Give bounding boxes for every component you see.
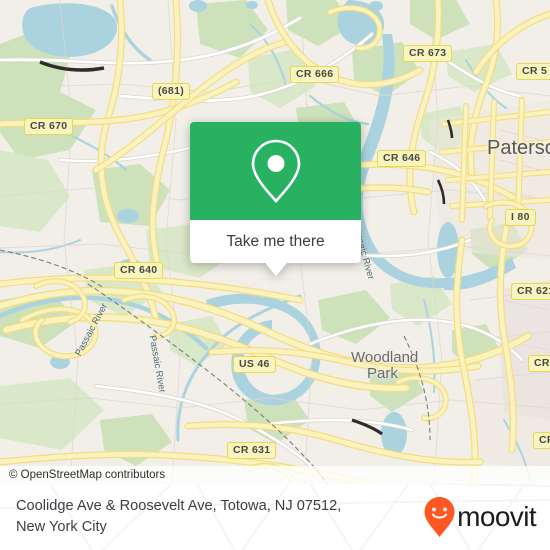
- footer-bar: Coolidge Ave & Roosevelt Ave, Totowa, NJ…: [0, 484, 550, 550]
- place-label: Woodland: [351, 349, 419, 366]
- moovit-logo[interactable]: moovit: [423, 496, 537, 538]
- popup-icon-panel: [190, 122, 361, 220]
- address-line-2: New York City: [16, 519, 107, 535]
- moovit-wordmark: moovit: [457, 501, 536, 532]
- map-pin-icon: [251, 139, 300, 203]
- address-text: Coolidge Ave & Roosevelt Ave, Totowa, NJ…: [16, 496, 341, 538]
- road-shield: CR 631: [227, 442, 277, 459]
- map-canvas[interactable]: .water { fill:#aad3df; } .waterline { st…: [0, 0, 550, 484]
- road-shield: CR 673: [403, 45, 453, 62]
- moovit-pin-icon: [424, 497, 455, 537]
- place-label: Paterson: [487, 137, 550, 159]
- road-shield: CR 666: [290, 66, 340, 83]
- road-shield: (681): [152, 83, 191, 100]
- take-me-there-label: Take me there: [226, 232, 325, 250]
- road-shield: US 46: [233, 356, 276, 373]
- address-line-1: Coolidge Ave & Roosevelt Ave, Totowa, NJ…: [16, 498, 342, 514]
- road-shield: CR 640: [114, 262, 164, 279]
- road-shield: I 80: [505, 209, 536, 226]
- road-shield: CR: [533, 432, 550, 449]
- road-shield: CR 5: [528, 355, 550, 372]
- map-attribution: © OpenStreetMap contributors: [0, 466, 550, 484]
- place-label: Park: [367, 365, 398, 382]
- popup-pointer-tail: [264, 263, 287, 276]
- location-popup-card[interactable]: Take me there: [190, 122, 361, 276]
- road-shield: CR 5: [516, 63, 550, 80]
- road-shield: CR 670: [24, 118, 74, 135]
- road-shield: CR 621: [511, 283, 550, 300]
- moovit-map-screenshot: .water { fill:#aad3df; } .waterline { st…: [0, 0, 550, 550]
- road-shield: CR 646: [377, 150, 427, 167]
- take-me-there-button[interactable]: Take me there: [190, 220, 361, 263]
